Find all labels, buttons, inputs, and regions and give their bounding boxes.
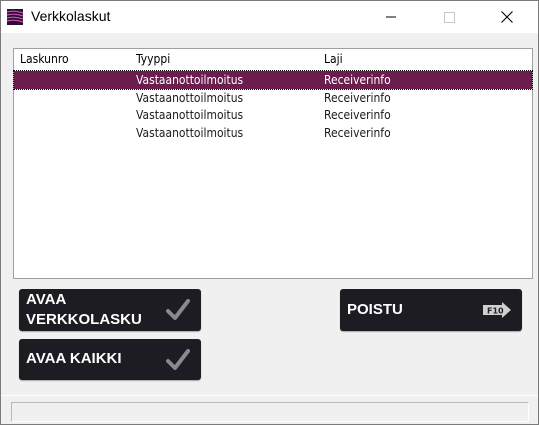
cell-tyyppi: Vastaanottoilmoitus [136, 124, 244, 140]
column-header-tyyppi[interactable]: Tyyppi [136, 52, 170, 66]
maximize-button[interactable] [426, 1, 472, 33]
list-row[interactable]: Vastaanottoilmoitus Receiverinfo [13, 70, 533, 90]
status-bar [1, 395, 538, 425]
list-row[interactable]: Vastaanottoilmoitus Receiverinfo [14, 89, 532, 107]
close-icon [501, 11, 513, 23]
title-bar[interactable]: Verkkolaskut [1, 1, 538, 33]
maximize-icon [443, 11, 455, 23]
list-row[interactable]: Vastaanottoilmoitus Receiverinfo [14, 124, 532, 142]
check-icon [166, 299, 190, 320]
cell-tyyppi: Vastaanottoilmoitus [136, 89, 244, 105]
cell-laji: Receiverinfo [324, 107, 391, 122]
check-icon [166, 348, 190, 370]
status-panel [11, 402, 529, 422]
window-title: Verkkolaskut [31, 8, 111, 24]
cell-laji: Receiverinfo [324, 124, 391, 140]
exit-button[interactable]: POISTU F10 [340, 289, 522, 331]
list-header: Laskunro Tyyppi Laji [14, 49, 532, 69]
column-header-laskunro[interactable]: Laskunro [20, 52, 69, 66]
cell-tyyppi: Vastaanottoilmoitus [136, 72, 244, 87]
invoice-list[interactable]: Laskunro Tyyppi Laji Vastaanottoilmoitus… [13, 48, 533, 279]
window: Verkkolaskut Laskunro Tyyppi Laji Vastaa… [0, 0, 539, 425]
svg-text:F10: F10 [487, 307, 504, 316]
list-rows: Vastaanottoilmoitus Receiverinfo Vastaan… [13, 70, 533, 142]
minimize-icon [386, 16, 396, 18]
f10-key-icon: F10 [483, 302, 511, 318]
open-all-button[interactable]: AVAA KAIKKI [19, 339, 201, 380]
open-invoice-label: AVAA VERKKOLASKU [26, 291, 142, 328]
cell-tyyppi: Vastaanottoilmoitus [136, 107, 244, 122]
minimize-button[interactable] [368, 1, 414, 33]
cell-laji: Receiverinfo [324, 72, 391, 87]
list-row[interactable]: Vastaanottoilmoitus Receiverinfo [14, 106, 532, 124]
open-invoice-button[interactable]: AVAA VERKKOLASKU [19, 289, 201, 331]
column-header-laji[interactable]: Laji [324, 52, 343, 66]
exit-label: POISTU [347, 301, 403, 318]
close-button[interactable] [484, 1, 530, 33]
cell-laji: Receiverinfo [324, 89, 391, 105]
app-icon [7, 9, 23, 25]
open-all-label: AVAA KAIKKI [26, 350, 122, 367]
